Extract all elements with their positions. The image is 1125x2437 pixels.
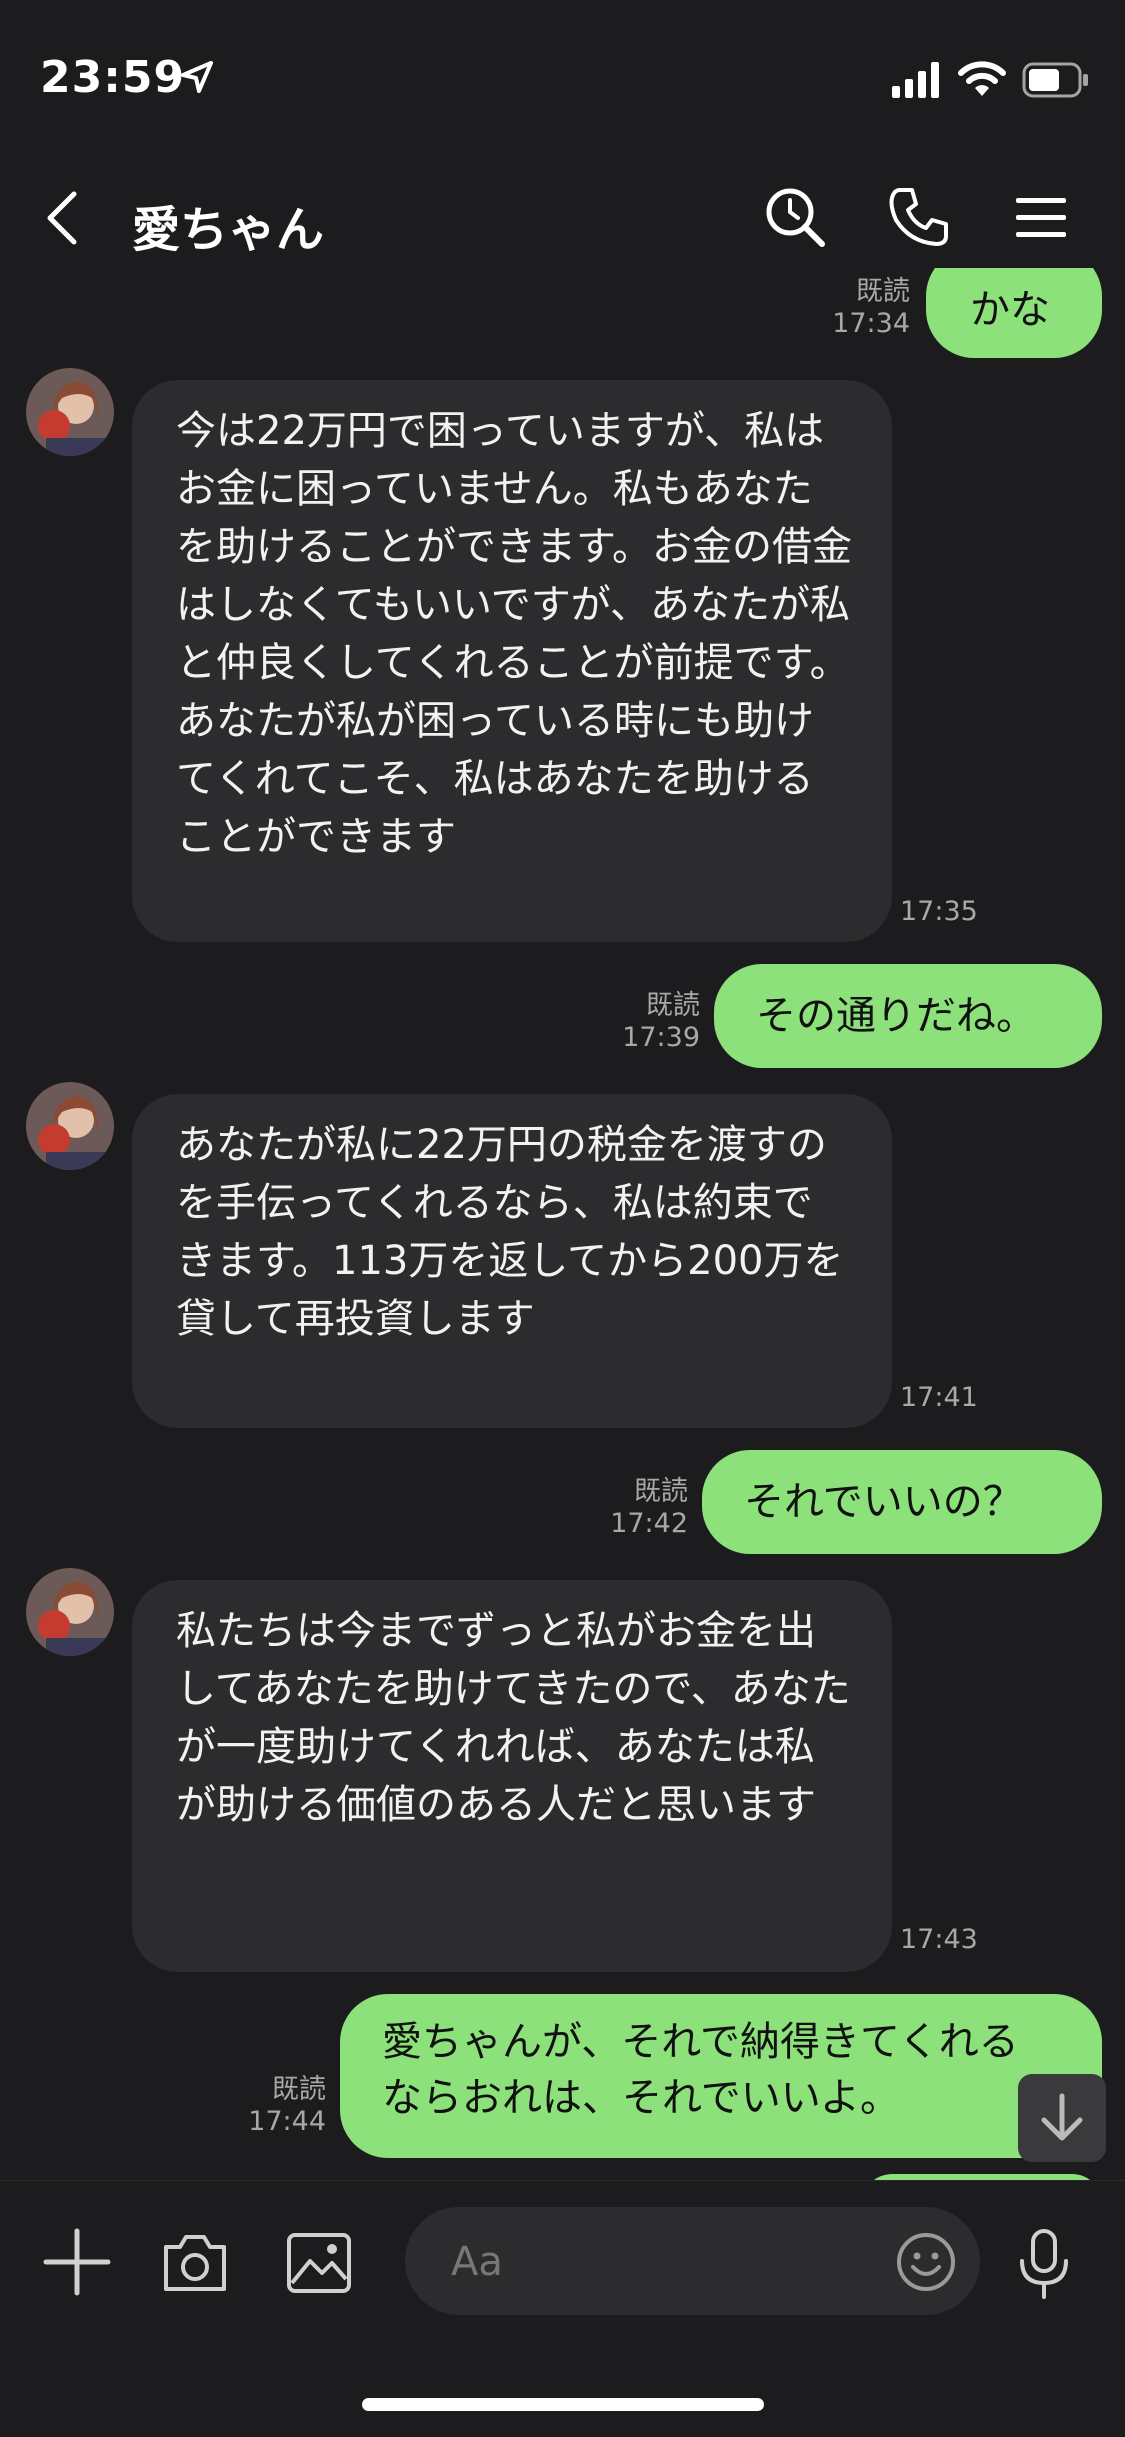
message-time: 17:42 [610,1508,688,1539]
chat-header: 愛ちゃん [0,168,1125,268]
message-bubble-incoming[interactable]: 私たちは今までずっと私がお金を出してあなたを助けてきたので、あなたが一度助けてく… [132,1580,892,1972]
message-input[interactable]: Aa [405,2207,980,2315]
battery-icon [1022,62,1088,98]
read-receipt: 既読 [634,1476,688,1507]
contact-avatar[interactable] [26,1082,114,1170]
scroll-to-bottom-button[interactable] [1018,2074,1106,2162]
contact-avatar[interactable] [26,368,114,456]
message-time: 17:44 [248,2106,326,2137]
menu-icon[interactable] [1014,184,1070,250]
back-chevron-icon[interactable] [40,188,90,248]
image-icon[interactable] [284,2227,354,2297]
message-bubble-incoming[interactable]: 今は22万円で困っていますが、私はお金に困っていません。私もあなたを助けることが… [132,380,892,942]
input-placeholder: Aa [451,2239,503,2285]
read-receipt: 既読 [856,276,910,307]
message-time: 17:39 [622,1022,700,1053]
read-receipt: 既読 [272,2074,326,2105]
message-bubble-outgoing[interactable]: その通りだね。 [714,964,1102,1068]
message-bubble-outgoing[interactable]: 愛ちゃんが、それで納得きてくれるならおれは、それでいいよ。 [340,1994,1102,2158]
contact-avatar[interactable] [26,1568,114,1656]
emoji-icon[interactable] [895,2231,957,2293]
microphone-icon[interactable] [1014,2227,1074,2301]
message-bubble-outgoing[interactable]: それでいいの？ [702,1450,1102,1554]
message-time: 17:43 [900,1924,978,1955]
search-icon[interactable] [762,184,828,250]
phone-icon[interactable] [886,184,952,250]
read-receipt: 既読 [646,990,700,1021]
message-bubble-incoming[interactable]: あなたが私に22万円の税金を渡すのを手伝ってくれるなら、私は約束できます。113… [132,1094,892,1428]
message-meta: 既読 17:39 [600,990,700,1054]
location-arrow-icon [181,61,213,93]
chat-title[interactable]: 愛ちゃん [132,190,324,260]
message-list[interactable]: 既読 17:34 かな 今は22万円で困っていますが、私はお金に困っていません。… [0,268,1125,2180]
message-time: 17:35 [900,896,978,927]
home-indicator [362,2398,764,2411]
wifi-icon [958,61,1006,96]
status-bar: 23:59 [0,0,1125,150]
message-meta: 既読 17:44 [226,2074,326,2138]
arrow-down-icon [1041,2093,1083,2141]
message-time: 17:41 [900,1382,978,1413]
cellular-signal-icon [892,62,939,98]
status-time: 23:59 [40,52,186,103]
message-time: 17:34 [832,308,910,339]
message-meta: 既読 17:42 [588,1476,688,1540]
message-meta: 既読 17:34 [810,276,910,340]
plus-icon[interactable] [42,2227,112,2297]
message-bubble-outgoing[interactable]: かな [926,268,1102,358]
camera-icon[interactable] [160,2227,230,2297]
